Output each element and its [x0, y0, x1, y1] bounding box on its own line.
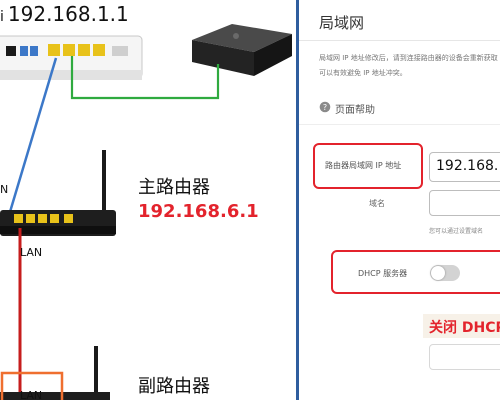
help-link[interactable]: 页面帮助	[335, 101, 375, 116]
secondary-router-title: 副路由器	[138, 376, 210, 397]
set-top-box	[192, 24, 292, 76]
modem-ip: 192.168.1.1	[7, 2, 129, 26]
svg-text:?: ?	[323, 103, 327, 112]
description-line-1: 局域网 IP 地址修改后，请到连接路由器的设备会重新获取	[319, 54, 498, 62]
blue-cable	[2, 57, 58, 233]
main-router-ip: 192.168.6.1	[138, 201, 259, 222]
main-router	[0, 150, 116, 236]
network-diagram: i 192.168.1.1 主路由器 192.168.6.1 N LAN 副路由器…	[0, 0, 297, 400]
wan-label-fragment: N	[0, 183, 9, 196]
domain-label: 域名	[369, 199, 385, 208]
title-separator	[299, 40, 500, 41]
ip-address-value: 192.168.	[436, 158, 499, 174]
disable-dhcp-annotation: 关闭 DHCP	[423, 314, 500, 338]
help-separator	[299, 124, 500, 125]
domain-hint: 您可以通过设置域名	[429, 228, 484, 235]
diagram-drawing	[0, 24, 292, 400]
modem-ip-label: i 192.168.1.1	[0, 2, 129, 26]
modem-ip-prefix: i	[0, 9, 4, 25]
description-line-2: 可以有效避免 IP 地址冲突。	[319, 69, 407, 77]
disable-dhcp-text: 关闭 DHCP	[429, 320, 500, 336]
domain-input[interactable]	[429, 190, 500, 216]
help-icon[interactable]: ?	[319, 101, 331, 113]
main-router-lan-label: LAN	[20, 246, 43, 259]
secondary-router-lan-label: LAN	[20, 389, 43, 400]
ip-address-input[interactable]: 192.168.	[429, 152, 500, 182]
lan-settings-panel: 局域网 局域网 IP 地址修改后，请到连接路由器的设备会重新获取 可以有效避免 …	[299, 0, 500, 400]
main-router-title: 主路由器	[138, 177, 210, 198]
dhcp-toggle-knob[interactable]	[431, 266, 445, 280]
dhcp-label: DHCP 服务器	[358, 269, 408, 278]
dhcp-highlight	[331, 250, 500, 294]
section-title: 局域网	[319, 14, 365, 32]
dhcp-toggle[interactable]	[430, 265, 460, 281]
lower-input-box[interactable]	[429, 344, 500, 370]
ip-field-label: 路由器局域网 IP 地址	[325, 161, 402, 170]
